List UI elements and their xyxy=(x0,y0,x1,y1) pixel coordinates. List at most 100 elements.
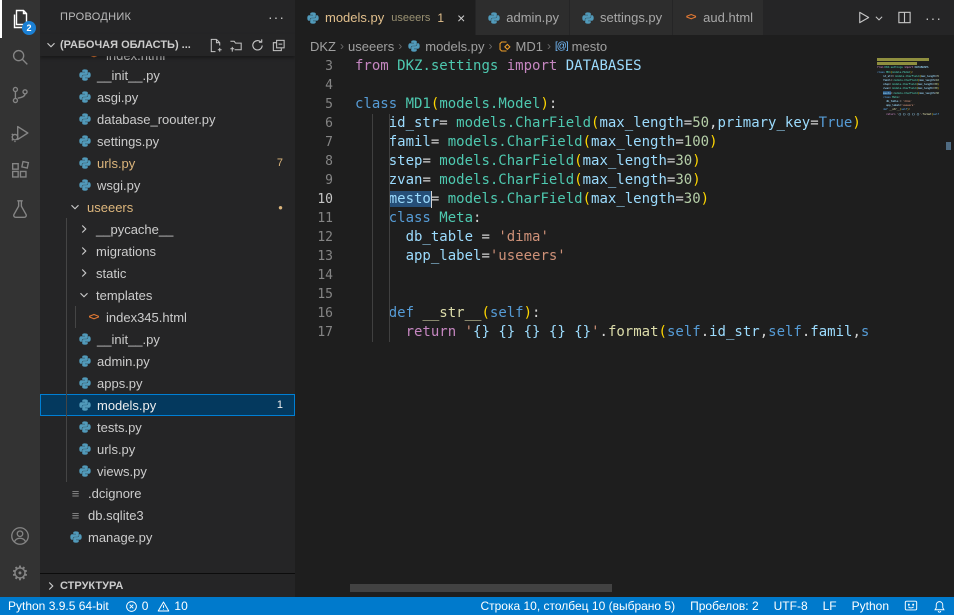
tree-item-db-sqlite3[interactable]: ≡db.sqlite3 xyxy=(40,504,295,526)
breadcrumb-item-mesto[interactable]: [@]mesto xyxy=(555,39,607,54)
settings-gear-icon[interactable]: ⚙ xyxy=(0,555,40,593)
html-file-icon: <> xyxy=(86,312,101,323)
tree-item-models-py[interactable]: models.py1 xyxy=(40,394,295,416)
breadcrumb-item-dkz[interactable]: DKZ xyxy=(310,39,336,54)
line-number: 3 xyxy=(295,57,333,76)
tab-problems-badge: 1 xyxy=(437,11,444,25)
tree-item-apps-py[interactable]: apps.py xyxy=(40,372,295,394)
py-file-icon xyxy=(77,156,92,170)
status-line-col[interactable]: Строка 10, столбец 10 (выбрано 5) xyxy=(480,599,675,613)
tree-item-templates[interactable]: templates xyxy=(40,284,295,306)
new-file-icon[interactable] xyxy=(205,35,226,55)
status-python-version[interactable]: Python 3.9.5 64-bit xyxy=(8,599,109,613)
bell-icon[interactable] xyxy=(933,600,946,613)
explorer-icon[interactable]: 2 xyxy=(0,0,40,38)
breadcrumb-item-useeers[interactable]: useeers xyxy=(348,39,394,54)
file-tree: __init__.py asgi.py database_roouter.pyset… xyxy=(40,64,295,548)
source-control-icon[interactable] xyxy=(0,76,40,114)
new-folder-icon[interactable] xyxy=(226,35,247,55)
sidebar-more-icon[interactable]: ··· xyxy=(268,9,285,25)
python-file-icon xyxy=(305,11,320,25)
search-icon[interactable] xyxy=(0,38,40,76)
tree-item-database-roouter-py[interactable]: database_roouter.py xyxy=(40,108,295,130)
tree-item-label: apps.py xyxy=(97,376,143,391)
code-line: 6 id_str= models.CharField(max_length=50… xyxy=(295,114,954,133)
tree-item-tests-py[interactable]: tests.py xyxy=(40,416,295,438)
tab-aud-html[interactable]: <>aud.html xyxy=(673,0,764,35)
tree-item--pycache-[interactable]: __pycache__ xyxy=(40,218,295,240)
editor-group: models.py useeers 1 × admin.py settings.py <>a… xyxy=(295,0,954,597)
line-number: 8 xyxy=(295,152,333,171)
activity-bar: 2 ⚙ xyxy=(0,0,40,597)
tree-item-index345-html[interactable]: <>index345.html xyxy=(40,306,295,328)
workspace-section-header[interactable]: (РАБОЧАЯ ОБЛАСТЬ) ... xyxy=(40,34,295,56)
run-debug-icon[interactable] xyxy=(0,114,40,152)
symbol-field-icon: [@] xyxy=(555,41,568,52)
outline-section-header[interactable]: СТРУКТУРА xyxy=(40,573,295,597)
extensions-icon[interactable] xyxy=(0,152,40,190)
breadcrumb-item-md1[interactable]: MD1 xyxy=(497,39,543,54)
py-file-icon xyxy=(77,376,92,390)
chevron-right-icon xyxy=(77,222,91,236)
tree-item-asgi-py[interactable]: asgi.py xyxy=(40,86,295,108)
py-file-icon xyxy=(77,134,92,148)
code-line-text: id_str= models.CharField(max_length=50,p… xyxy=(355,114,861,133)
tab-settings-py[interactable]: settings.py xyxy=(570,0,673,35)
horizontal-scrollbar[interactable] xyxy=(350,584,612,592)
py-file-icon xyxy=(68,530,83,544)
chevron-down-icon xyxy=(68,200,82,214)
tab-models-py[interactable]: models.py useeers 1 × xyxy=(295,0,476,35)
line-number: 11 xyxy=(295,209,333,228)
tab-label: settings.py xyxy=(600,10,662,25)
editor-more-actions-icon[interactable]: ··· xyxy=(925,10,942,26)
code-editor[interactable]: 3from DKZ.settings import DATABASES45cla… xyxy=(295,57,954,597)
tree-item--init-py[interactable]: __init__.py xyxy=(40,64,295,86)
refresh-icon[interactable] xyxy=(247,35,268,55)
chevron-down-icon xyxy=(44,38,58,52)
minimap[interactable]: from DKZ.settings import DATABASESclass … xyxy=(877,57,939,597)
tree-item-wsgi-py[interactable]: wsgi.py xyxy=(40,174,295,196)
close-icon[interactable]: × xyxy=(457,11,465,25)
tree-item-urls-py[interactable]: urls.py7 xyxy=(40,152,295,174)
breadcrumb: DKZ›useeers›models.py›MD1›[@]mesto xyxy=(295,35,954,57)
code-line: 11 class Meta: xyxy=(295,209,954,228)
code-line: 5class MD1(models.Model): xyxy=(295,95,954,114)
status-language[interactable]: Python xyxy=(852,599,889,613)
code-line: 3from DKZ.settings import DATABASES xyxy=(295,57,954,76)
collapse-folders-icon[interactable] xyxy=(268,35,289,55)
tree-item-settings-py[interactable]: settings.py xyxy=(40,130,295,152)
tree-item-static[interactable]: static xyxy=(40,262,295,284)
tree-item-label: asgi.py xyxy=(97,90,138,105)
feedback-icon[interactable] xyxy=(904,599,918,613)
tree-item-manage-py[interactable]: manage.py xyxy=(40,526,295,548)
status-encoding[interactable]: UTF-8 xyxy=(774,599,808,613)
tree-indent-guide xyxy=(75,306,76,328)
split-editor-icon[interactable] xyxy=(897,10,912,25)
account-icon[interactable] xyxy=(0,517,40,555)
tree-item--dcignore[interactable]: ≡.dcignore xyxy=(40,482,295,504)
tree-item-useeers[interactable]: useeers● xyxy=(40,196,295,218)
breadcrumb-item-models-py[interactable]: models.py xyxy=(406,39,484,54)
config-file-icon: ≡ xyxy=(68,487,83,500)
breadcrumb-separator: › xyxy=(547,39,551,53)
status-indentation[interactable]: Пробелов: 2 xyxy=(690,599,759,613)
tab-label: models.py xyxy=(325,10,384,25)
vscode-window: { "activity_bar": { "items": [ {"name": … xyxy=(0,0,954,615)
code-line-text: app_label='useeers' xyxy=(355,247,566,266)
tab-admin-py[interactable]: admin.py xyxy=(476,0,570,35)
status-eol[interactable]: LF xyxy=(823,599,837,613)
outline-label: СТРУКТУРА xyxy=(60,580,123,592)
tab-description: useeers xyxy=(391,12,430,24)
tree-item--init-py[interactable]: __init__.py xyxy=(40,328,295,350)
run-button[interactable] xyxy=(856,10,884,25)
line-number: 6 xyxy=(295,114,333,133)
status-problems[interactable]: 0 10 xyxy=(125,599,188,613)
tree-item-label: tests.py xyxy=(97,420,142,435)
tree-item-urls-py[interactable]: urls.py xyxy=(40,438,295,460)
tree-item-migrations[interactable]: migrations xyxy=(40,240,295,262)
tree-indent-guide xyxy=(66,218,67,482)
tree-item-partial[interactable]: <>index.html xyxy=(40,56,295,64)
testing-icon[interactable] xyxy=(0,190,40,228)
tree-item-views-py[interactable]: views.py xyxy=(40,460,295,482)
tree-item-admin-py[interactable]: admin.py xyxy=(40,350,295,372)
